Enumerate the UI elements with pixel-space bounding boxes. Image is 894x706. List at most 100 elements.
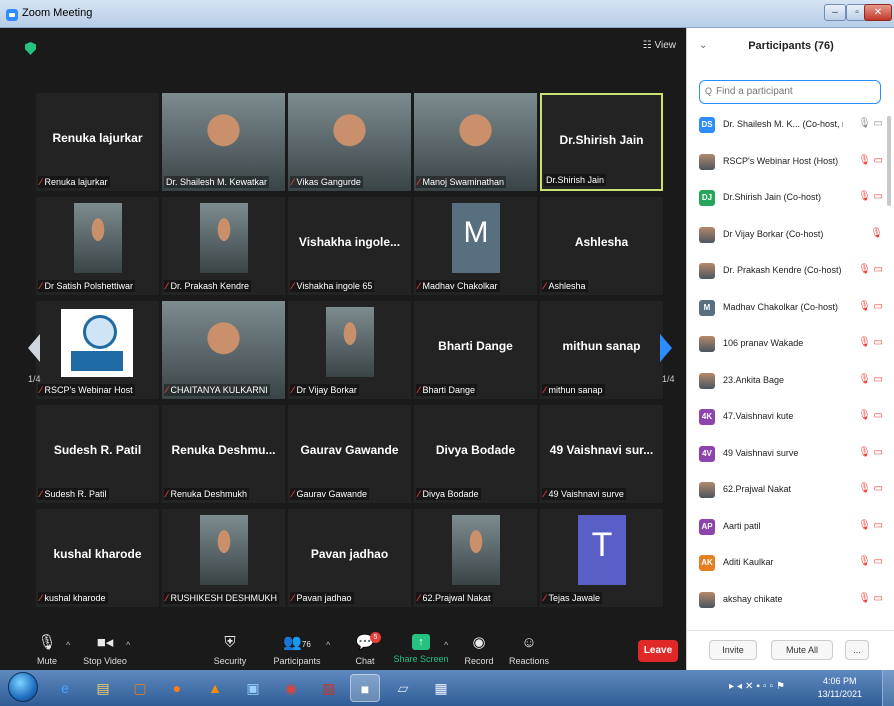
video-tile[interactable]: T ⁄ Tejas Jawale [540,509,663,607]
video-tile[interactable]: 49 Vaishnavi sur... ⁄ 49 Vaishnavi surve [540,405,663,503]
invite-button[interactable]: Invite [709,640,757,660]
participant-list-scrollbar[interactable] [887,116,891,206]
video-tile[interactable]: Vishakha ingole... ⁄ Vishakha ingole 65 [288,197,411,295]
tile-name-text: 49 Vaishnavi surve [548,489,624,499]
participant-row[interactable]: DS Dr. Shailesh M. K... (Co-host, me) 🎙 ▭ [687,112,887,140]
document-app-icon[interactable]: ▧ [314,674,344,702]
reactions-button[interactable]: ☺ Reactions [494,632,564,666]
participant-avatar: DS [699,117,715,133]
vlc-icon[interactable]: ▲ [200,674,230,702]
muted-mic-icon: ⁄ [292,385,294,395]
share-screen-arrow-icon: ↑ [412,634,430,650]
clock[interactable]: 4:06 PM 13/11/2021 [818,675,862,701]
video-tile[interactable]: ⁄ Dr Vijay Borkar [288,301,411,399]
video-tile[interactable]: ⁄ Vikas Gangurde [288,93,411,191]
participant-row[interactable]: AP Aarti patil 🎙 ▭ [687,514,887,542]
video-tile[interactable]: Sudesh R. Patil ⁄ Sudesh R. Patil [36,405,159,503]
participant-row[interactable]: 62.Prajwal Nakat 🎙 ▭ [687,477,887,505]
tile-name-text: Vishakha ingole 65 [296,281,373,291]
muted-mic-icon: ⁄ [544,281,546,291]
video-tile[interactable]: Renuka Deshmu... ⁄ Renuka Deshmukh [162,405,285,503]
tile-name-label: ⁄ Gaurav Gawande [290,488,370,500]
tile-name-text: Gaurav Gawande [296,489,368,499]
prev-page-arrow-icon[interactable] [28,334,40,362]
more-options-button[interactable]: ... [845,640,869,660]
tile-display-name: 49 Vaishnavi sur... [549,443,654,457]
zoom-taskbar-icon[interactable]: ■ [350,674,380,702]
participant-name: 49 Vaishnavi surve [723,447,799,458]
muted-mic-icon: ⁄ [544,385,546,395]
video-tile[interactable]: Pavan jadhao ⁄ Pavan jadhao [288,509,411,607]
tile-display-name: Vishakha ingole... [298,235,401,249]
video-options-caret-icon[interactable]: ^ [126,640,130,650]
participant-row[interactable]: RSCP's Webinar Host (Host) 🎙 ▭ [687,149,887,177]
security-button[interactable]: ⛨ Security [195,632,265,666]
video-tile[interactable]: Dr.Shirish Jain Dr.Shirish Jain [540,93,663,191]
participant-avatar: 4K [699,409,715,425]
video-tile[interactable]: Renuka lajurkar ⁄ Renuka lajurkar [36,93,159,191]
tile-name-text: Manoj Swaminathan [422,177,505,187]
encryption-shield-icon[interactable] [25,42,36,55]
show-desktop-button[interactable] [882,670,894,706]
participant-row[interactable]: AK Aditi Kaulkar 🎙 ▭ [687,550,887,578]
firefox-icon[interactable]: ● [162,674,192,702]
video-tile[interactable]: Bharti Dange ⁄ Bharti Dange [414,301,537,399]
participant-row[interactable]: Dr. Prakash Kendre (Co-host) 🎙 ▭ [687,258,887,286]
participant-row[interactable]: M Madhav Chakolkar (Co-host) 🎙 ▭ [687,295,887,323]
muted-mic-icon: ⁄ [292,177,294,187]
video-tile[interactable]: mithun sanap ⁄ mithun sanap [540,301,663,399]
video-tile[interactable]: M ⁄ Madhav Chakolkar [414,197,537,295]
tile-name-text: Renuka Deshmukh [170,489,248,499]
chrome-icon[interactable]: ◉ [276,674,306,702]
view-button[interactable]: ☷ View [643,40,676,51]
video-tile[interactable]: ⁄ Manoj Swaminathan [414,93,537,191]
video-tile[interactable]: ⁄ RSCP's Webinar Host [36,301,159,399]
tile-name-label: ⁄ Dr. Prakash Kendre [164,280,252,292]
next-page-arrow-icon[interactable] [660,334,672,362]
tile-display-name: Gaurav Gawande [300,443,399,457]
video-tile[interactable]: Ashlesha ⁄ Ashlesha [540,197,663,295]
participant-search-input[interactable]: Find a participant [699,80,881,104]
muted-mic-icon: ⁄ [544,489,546,499]
internet-explorer-icon[interactable]: e [50,674,80,702]
participant-row[interactable]: Dr Vijay Borkar (Co-host) 🎙 [687,222,887,250]
tile-display-name: kushal kharode [53,547,142,561]
leave-button[interactable]: Leave [638,640,678,662]
page-indicator-right: 1/4 [662,374,675,384]
muted-mic-icon: ⁄ [166,489,168,499]
mute-all-button[interactable]: Mute All [771,640,833,660]
participant-row[interactable]: DJ Dr.Shirish Jain (Co-host) 🎙 ▭ [687,185,887,213]
tile-name-label: ⁄ Ashlesha [542,280,588,292]
video-tile[interactable]: kushal kharode ⁄ kushal kharode [36,509,159,607]
explorer-window-icon[interactable]: ▱ [388,674,418,702]
muted-mic-icon: ⁄ [418,489,420,499]
participant-row[interactable]: 4K 47.Vaishnavi kute 🎙 ▭ [687,404,887,432]
media-player-icon[interactable]: ▢ [125,674,155,702]
video-tile[interactable]: ⁄ RUSHIKESH DESHMUKH [162,509,285,607]
picture-viewer-icon[interactable]: ▣ [238,674,268,702]
video-tile[interactable]: ⁄ 62.Prajwal Nakat [414,509,537,607]
participant-row[interactable]: 106 pranav Wakade 🎙 ▭ [687,331,887,359]
video-tile[interactable]: ⁄ Dr Satish Polshettiwar [36,197,159,295]
participant-row[interactable]: 4V 49 Vaishnavi surve 🎙 ▭ [687,441,887,469]
video-tile[interactable]: ⁄ CHAITANYA KULKARNI [162,301,285,399]
muted-mic-icon: ⁄ [418,177,420,187]
tile-name-text: 62.Prajwal Nakat [422,593,491,603]
participant-row[interactable]: 23.Ankita Bage 🎙 ▭ [687,368,887,396]
start-button[interactable] [8,672,38,702]
file-explorer-icon[interactable]: ▤ [88,674,118,702]
notepad-icon[interactable]: ▦ [426,674,456,702]
video-tile[interactable]: ⁄ Dr. Prakash Kendre [162,197,285,295]
minimize-button[interactable]: – [824,4,846,21]
close-button[interactable]: ✕ [864,4,892,21]
tile-name-text: Sudesh R. Patil [44,489,107,499]
participant-row[interactable]: akshay chikate 🎙 ▭ [687,587,887,615]
video-tile[interactable]: Gaurav Gawande ⁄ Gaurav Gawande [288,405,411,503]
video-tile[interactable]: Dr. Shailesh M. Kewatkar [162,93,285,191]
participants-button[interactable]: 👥76 Participants [262,632,332,666]
tray-icons[interactable]: ▸◂✕▪▫▫⚑ [729,681,788,692]
video-tile[interactable]: Divya Bodade ⁄ Divya Bodade [414,405,537,503]
tile-name-text: Dr. Prakash Kendre [170,281,250,291]
window-title: Zoom Meeting [22,7,93,19]
tile-name-label: ⁄ Vikas Gangurde [290,176,363,188]
